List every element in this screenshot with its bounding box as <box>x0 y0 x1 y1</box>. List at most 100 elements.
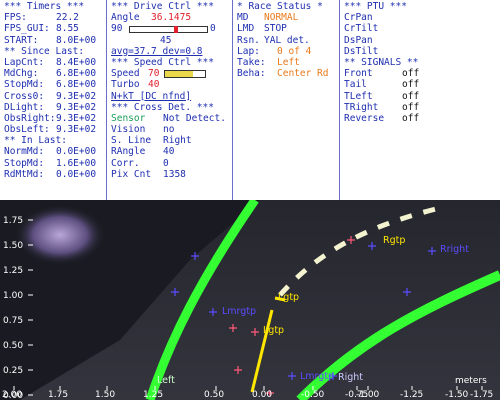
since-row-4-value: 9.3E+02 <box>56 101 97 113</box>
signal-tright-value: off <box>402 101 420 113</box>
inlast-row-0: NormMd: 0.0E+00 <box>4 146 106 157</box>
axis-unit-label: meters <box>455 376 487 386</box>
camera-overlay: Rgtp Lgtp Lgtp Lmrgtp Rright Lmrgtp Righ… <box>0 200 500 400</box>
race-row-2: Rsn. YAL det. <box>237 35 339 46</box>
annotation-rgtp: Rgtp <box>383 235 405 246</box>
cross-row-5-label: Pix Cnt <box>111 168 152 180</box>
cross-row-5-value: 1358 <box>163 168 186 180</box>
race-row-3: Lap: 0 of 4 <box>237 46 339 57</box>
turbo-value: 40 <box>148 79 160 91</box>
cross-row-1: Vision no <box>111 124 232 135</box>
annotation-lmrgtp-2: Lmrgtp <box>300 371 334 382</box>
since-row-4: DLight: 9.3E+02 <box>4 102 106 113</box>
race-row-1-value: STOP <box>264 23 287 35</box>
timer-row-2-value: 8.0E+00 <box>56 34 97 46</box>
ptu-panel: *** PTU *** CrPan CrTilt DsPan DsTilt ** SI… <box>340 0 500 200</box>
timer-row-2-label: START: <box>4 34 39 46</box>
race-row-4: Take: Left <box>237 57 339 68</box>
race-row-0: MD NORMAL <box>237 12 339 23</box>
cross-row-4: Corr. 0 <box>111 158 232 169</box>
cross-row-0: Sensor Not Detect. <box>111 113 232 124</box>
since-row-3-label: Cross0: <box>4 90 45 102</box>
since-row-3-value: 9.3E+02 <box>56 90 97 102</box>
slider-min-label: 90 <box>111 23 123 35</box>
speed-bar <box>164 70 206 79</box>
timer-row-1-value: 8.55 <box>56 23 79 35</box>
x-tick-label: -1.75 <box>470 390 493 400</box>
inlast-row-1: StopMd: 1.6E+00 <box>4 158 106 169</box>
slider-value-row: 45 <box>111 35 232 46</box>
since-row-2: StopMd: 6.8E+00 <box>4 79 106 90</box>
race-row-5-label: Beha: <box>237 68 266 80</box>
race-row-2-value: YAL det. <box>264 34 310 46</box>
race-row-4-label: Take: <box>237 56 266 68</box>
y-tick-label: 1.00 <box>3 291 23 301</box>
cross-row-0-label: Sensor <box>111 112 146 124</box>
signal-tail-value: off <box>402 79 420 91</box>
signal-tail-label: Tail <box>344 79 367 91</box>
cross-row-1-value: no <box>163 124 175 136</box>
cross-row-3: RAngle 40 <box>111 146 232 157</box>
cross-row-2-value: Right <box>163 135 192 147</box>
x-tick-label: -1.00 <box>356 390 380 400</box>
camera-view: Rgtp Lgtp Lgtp Lmrgtp Rright Lmrgtp Righ… <box>0 200 500 400</box>
y-tick-label: 1.75 <box>3 216 23 226</box>
ptu-item-dstilt[interactable]: DsTilt <box>344 46 500 57</box>
drive-control-panel: *** Drive Ctrl *** Angle 36.1475 90 0 45… <box>107 0 233 200</box>
race-row-0-value: NORMAL <box>264 12 299 24</box>
timers-header: *** Timers *** <box>4 1 85 12</box>
inlast-row-2-label: RdMtMd: <box>4 168 45 180</box>
speed-bar-fill <box>165 71 193 78</box>
ptu-item-crtilt[interactable]: CrTilt <box>344 23 500 34</box>
inlast-row-2: RdMtMd: 0.0E+00 <box>4 169 106 180</box>
race-row-3-value: 0 of 4 <box>277 45 312 57</box>
y-tick-label: 1.50 <box>3 241 23 251</box>
inlast-row-2-value: 0.0E+00 <box>56 168 97 180</box>
timer-row-0-value: 22.2 <box>56 12 79 24</box>
angle-row: Angle 36.1475 <box>111 12 232 23</box>
angle-slider[interactable] <box>129 26 208 34</box>
speed-value: 70 <box>148 68 160 80</box>
ptu-item-crpan[interactable]: CrPan <box>344 12 500 23</box>
race-row-4-value: Left <box>277 56 300 68</box>
race-status-header: * Race Status * <box>237 1 323 12</box>
race-row-5-value: Center Rd <box>277 68 329 80</box>
inlast-row-1-value: 1.6E+00 <box>56 157 97 169</box>
cross-row-4-value: 0 <box>163 157 169 169</box>
y-tick-label: 0.50 <box>3 341 23 351</box>
x-tick-label: 0.50 <box>204 390 224 400</box>
x-tick-label: 1.75 <box>48 390 68 400</box>
race-row-1-label: LMD <box>237 23 255 35</box>
x-tick-label: 2.00 <box>2 390 22 400</box>
slider-value: 45 <box>160 34 172 46</box>
speed-ctrl-header: *** Speed Ctrl *** <box>111 56 214 68</box>
since-row-1: MdChg: 6.8E+00 <box>4 68 106 79</box>
y-tick-label: 1.25 <box>3 266 23 276</box>
race-row-5: Beha: Center Rd <box>237 68 339 79</box>
ptu-item-dspan[interactable]: DsPan <box>344 35 500 46</box>
signal-tleft: TLeft off <box>344 91 500 102</box>
race-row-3-label: Lap: <box>237 45 260 57</box>
angle-slider-thumb[interactable] <box>173 26 178 34</box>
race-row-0-label: MD <box>237 12 249 24</box>
annotation-lgtp-1: Lgtp <box>278 292 299 303</box>
cross-row-1-label: Vision <box>111 124 146 136</box>
timer-row-2: START: 8.0E+00 <box>4 35 106 46</box>
race-row-2-label: Rsn. <box>237 34 260 46</box>
timer-row-1: FPS_GUI: 8.55 <box>4 23 106 34</box>
signal-tright-label: TRight <box>344 101 379 113</box>
cross-row-4-label: Corr. <box>111 157 140 169</box>
x-tick-label: -1.50 <box>445 390 469 400</box>
since-row-1-value: 6.8E+00 <box>56 68 97 80</box>
signal-reverse: Reverse off <box>344 113 500 124</box>
since-last-header: ** Since Last: <box>4 45 85 57</box>
signal-tleft-label: TLeft <box>344 90 373 102</box>
drive-ctrl-header: *** Drive Ctrl *** <box>111 1 214 12</box>
y-tick-label: 0.75 <box>3 316 23 326</box>
inlast-row-0-label: NormMd: <box>4 146 45 158</box>
x-tick-label: -0.50 <box>301 390 325 400</box>
timers-panel: *** Timers *** FPS: 22.2 FPS_GUI: 8.55 START… <box>0 0 107 200</box>
angle-slider-row: 90 0 <box>111 23 232 34</box>
in-last-header: ** In Last: <box>4 135 67 147</box>
since-row-6: ObsLeft: 9.3E+02 <box>4 124 106 135</box>
